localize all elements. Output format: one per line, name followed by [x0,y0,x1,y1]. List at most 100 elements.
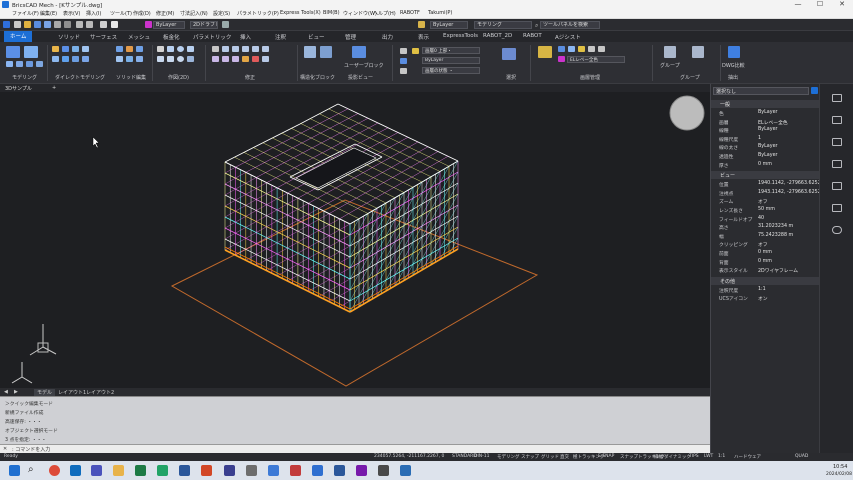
rectangle-icon[interactable] [157,56,164,62]
tab-layout1[interactable]: レイアウト1 [58,389,86,396]
explode-icon[interactable] [242,56,249,62]
teams-icon[interactable] [91,465,102,476]
box-solid-icon[interactable] [6,46,20,58]
arc-icon[interactable] [187,46,194,52]
menu-item-takumi[interactable]: Takumi(P) [428,10,452,16]
tab-sheetmetal[interactable]: 板金化 [163,33,180,41]
minimize-button[interactable]: — [787,0,809,9]
circle-icon[interactable] [177,46,184,52]
property-row[interactable]: 注釈尺度 1:1 [711,286,820,294]
property-row[interactable]: レンズ長さ 50 mm [711,206,820,214]
block-edit-icon[interactable] [320,46,332,58]
selection-filter-dropdown[interactable]: 選択なし [713,87,809,95]
tab-insert[interactable]: 挿入 [240,33,251,41]
status-hardware[interactable]: ハードウェア [734,454,761,460]
user-block-icon[interactable] [352,46,366,58]
layer-magenta-swatch[interactable] [145,21,152,28]
offset-face-icon[interactable] [52,56,59,62]
menu-item-draw[interactable]: 作成(D) [133,10,151,17]
open-file-icon[interactable] [24,21,31,28]
slice-icon[interactable] [116,56,123,62]
app-icon-h[interactable] [400,465,411,476]
trim-icon[interactable] [212,56,219,62]
tab-expresstools[interactable]: ExpressTools [443,33,478,39]
app-icon-f[interactable] [334,465,345,476]
line-icon[interactable] [157,46,164,52]
status-quad[interactable]: QUAD [795,454,808,459]
layer-props-icon[interactable] [418,21,425,28]
layer-combo[interactable]: 画層0 上部・ [422,47,480,54]
stretch-icon[interactable] [262,56,269,62]
move-face-icon[interactable] [62,46,69,52]
group-icon[interactable] [664,46,676,58]
move-icon[interactable] [212,46,219,52]
layer-swatch-icon[interactable] [558,56,565,62]
property-row[interactable]: 色 ByLayer [711,109,820,117]
workspace-field[interactable]: 2Dドラフト [190,21,218,29]
dwg-compare-button[interactable]: DWG比較 [722,62,745,69]
tab-mesh[interactable]: メッシュ [128,33,150,41]
push-pull-icon[interactable] [52,46,59,52]
tab-home[interactable]: ホーム [4,31,33,42]
polygon-icon[interactable] [167,56,174,62]
library-icon[interactable] [832,160,842,168]
property-row[interactable]: UCSアイコン オン [711,294,820,302]
property-row[interactable]: 背面 0 mm [711,258,820,266]
loft-icon[interactable] [16,61,23,67]
layer-state-field[interactable]: ByLayer [430,21,468,29]
search-input[interactable]: ツールパネルを検索 [540,21,600,29]
search-icon[interactable]: ⌕ [28,464,34,475]
tab-display[interactable]: 表示 [418,33,429,41]
tab-parametric[interactable]: パラメトリック [193,33,231,41]
app-icon-d[interactable] [290,465,301,476]
ungroup-icon[interactable] [692,46,704,58]
app-icon-g[interactable] [378,465,389,476]
plot-icon[interactable] [64,21,71,28]
union-icon[interactable] [116,46,123,52]
rotate-icon[interactable] [232,46,239,52]
close-icon[interactable]: ✕ [3,446,7,452]
erase-icon[interactable] [252,56,259,62]
rotate-face-icon[interactable] [72,46,79,52]
sweep-icon[interactable] [26,61,33,67]
quick-select-icon[interactable] [811,87,818,94]
bricscad-icon[interactable] [224,465,235,476]
status-snap[interactable]: スナップ [521,454,539,460]
menu-item-dimension[interactable]: 寸法記入(N) [180,10,208,17]
tab-assist[interactable]: Aジシスト [555,33,581,41]
select-all-icon[interactable] [400,48,407,54]
home-icon[interactable] [3,21,10,28]
select-window-icon[interactable] [400,68,407,74]
maximize-button[interactable]: ☐ [809,0,831,9]
close-button[interactable]: ✕ [831,0,853,9]
menu-item-window[interactable]: ウィンドウ(W) [343,10,377,17]
status-grid[interactable]: グリッド [541,454,559,460]
subtract-icon[interactable] [126,46,133,52]
property-row[interactable]: 高さ 31.2023234 m [711,223,820,231]
save-as-icon[interactable] [44,21,51,28]
drawing-viewport[interactable] [0,92,710,388]
layout-prev-button[interactable]: ◀ [4,389,8,395]
scale-icon[interactable] [252,46,259,52]
taper-face-icon[interactable] [82,46,89,52]
word-icon[interactable] [179,465,190,476]
chamfer-icon[interactable] [36,61,43,67]
tab-surface[interactable]: サーフェス [90,33,117,41]
mirror-icon[interactable] [242,46,249,52]
menu-item-parametric[interactable]: パラメトリック(P) [237,10,279,17]
ellipse-icon[interactable] [177,56,184,62]
property-row[interactable]: 注視点 1943.1142, -279663.6252, 5 [711,189,827,197]
property-row[interactable]: 厚さ 0 mm [711,161,820,169]
status-scale[interactable]: 1:1 [718,454,725,459]
menu-item-tools[interactable]: ツール(T) [110,10,132,17]
properties-icon[interactable] [832,94,842,102]
status-dim-style[interactable]: DIN-11 [474,454,490,459]
extrude-icon[interactable] [24,46,38,58]
tab-rabot[interactable]: RABOT [523,33,542,39]
structure-icon[interactable] [832,182,842,190]
intersect-icon[interactable] [136,46,143,52]
status-tips[interactable]: TIPS [689,454,699,459]
status-ortho[interactable]: 直交 [560,454,569,460]
fillet-icon[interactable] [232,56,239,62]
tab-manage[interactable]: 管理 [345,33,356,41]
